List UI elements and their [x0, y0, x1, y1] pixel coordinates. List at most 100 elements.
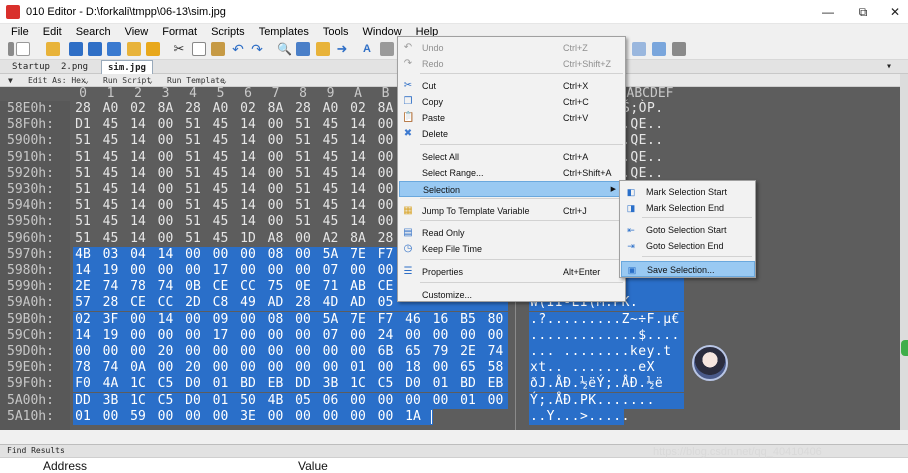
hex-byte[interactable]: 14	[348, 117, 368, 133]
minimize-button[interactable]: —	[808, 0, 848, 24]
hex-byte[interactable]: BD	[458, 376, 478, 392]
hex-byte[interactable]: 00	[293, 247, 313, 263]
hex-byte[interactable]: 00	[293, 231, 313, 247]
hex-byte[interactable]: 14	[128, 214, 148, 230]
hex-byte[interactable]: F7	[376, 312, 396, 328]
hex-byte[interactable]: 2D	[183, 295, 203, 311]
hex-byte[interactable]: 28	[73, 101, 93, 117]
hex-byte[interactable]: 45	[101, 182, 121, 198]
hex-byte[interactable]: 28	[183, 101, 203, 117]
hex-byte[interactable]: 01	[211, 376, 231, 392]
hex-byte[interactable]: 00	[486, 393, 506, 409]
hex-byte[interactable]: 49	[238, 295, 258, 311]
hex-byte[interactable]: 17	[211, 328, 231, 344]
hex-byte[interactable]: 00	[321, 360, 341, 376]
hex-byte[interactable]: C5	[156, 376, 176, 392]
menu-scripts[interactable]: Scripts	[204, 24, 252, 40]
hex-byte[interactable]: 00	[128, 328, 148, 344]
hex-byte[interactable]: 00	[156, 166, 176, 182]
hex-row[interactable]: 5A10h: 01 00 59 00 00 00 3E 00 00 00 00 00 1A ..Y...>.…	[0, 409, 900, 425]
run-script-dropdown[interactable]: Run Script	[103, 74, 151, 87]
hex-byte[interactable]: 4B	[266, 393, 286, 409]
ascii-text[interactable]: .QE..	[622, 150, 664, 166]
hex-byte[interactable]: 51	[183, 150, 203, 166]
hex-row[interactable]: 59F0h: F0 4A 1C C5 D0 01 BD EB DD 3B 1C C5 D0 01 BD EB ðJ…	[0, 376, 900, 392]
hex-byte[interactable]: 45	[321, 182, 341, 198]
hex-byte[interactable]: 14	[128, 166, 148, 182]
hex-byte[interactable]: 7E	[348, 312, 368, 328]
hex-byte[interactable]: 01	[73, 409, 93, 425]
hex-byte[interactable]: 5A	[321, 247, 341, 263]
hex-byte[interactable]: 00	[321, 344, 341, 360]
paste-toolbar-icon[interactable]	[211, 42, 225, 56]
menu-item-customize[interactable]: Customize...	[399, 287, 625, 303]
hex-byte[interactable]: 00	[348, 263, 368, 279]
hex-byte[interactable]: 00	[266, 344, 286, 360]
hex-byte[interactable]: 45	[101, 214, 121, 230]
hex-byte[interactable]: 45	[211, 150, 231, 166]
hex-byte[interactable]: 00	[156, 150, 176, 166]
hex-byte[interactable]: 00	[376, 360, 396, 376]
menu-tools[interactable]: Tools	[316, 24, 356, 40]
hex-byte[interactable]: 14	[238, 166, 258, 182]
hex-byte[interactable]: 01	[431, 376, 451, 392]
hex-byte[interactable]: 45	[211, 182, 231, 198]
hex-byte[interactable]: 78	[73, 360, 93, 376]
hex-byte[interactable]: 45	[101, 198, 121, 214]
hex-byte[interactable]: 00	[156, 117, 176, 133]
hex-byte[interactable]: 00	[266, 182, 286, 198]
hex-byte[interactable]: 03	[101, 247, 121, 263]
hex-byte[interactable]: 00	[376, 409, 396, 425]
find-col-value[interactable]: Value	[298, 459, 328, 473]
hex-byte[interactable]: 8A	[266, 101, 286, 117]
hex-byte[interactable]: 8A	[376, 101, 396, 117]
hex-byte[interactable]: 1A	[403, 409, 423, 425]
hex-row[interactable]: 59E0h: 78 74 0A 00 20 00 00 00 00 00 01 00 18 00 65 58 xt…	[0, 360, 900, 376]
hex-byte[interactable]: 20	[183, 360, 203, 376]
hex-byte[interactable]: 00	[101, 344, 121, 360]
hex-byte[interactable]: 00	[156, 133, 176, 149]
hex-byte[interactable]: 45	[211, 166, 231, 182]
hex-byte[interactable]: 00	[238, 344, 258, 360]
hex-byte[interactable]: 00	[266, 198, 286, 214]
hex-byte[interactable]: 09	[211, 312, 231, 328]
hex-byte[interactable]: 45	[211, 117, 231, 133]
hex-byte[interactable]: 00	[101, 409, 121, 425]
hex-byte[interactable]: 00	[348, 393, 368, 409]
hex-byte[interactable]: 6B	[376, 344, 396, 360]
hex-byte[interactable]: 51	[293, 117, 313, 133]
hex-byte[interactable]: 00	[348, 328, 368, 344]
hex-byte[interactable]: 00	[348, 409, 368, 425]
hex-byte[interactable]: 00	[266, 166, 286, 182]
hex-byte[interactable]: 14	[238, 133, 258, 149]
hex-byte[interactable]: EB	[486, 376, 506, 392]
hex-byte[interactable]: A0	[321, 101, 341, 117]
hex-byte[interactable]: 06	[321, 393, 341, 409]
hex-byte[interactable]: 01	[458, 393, 478, 409]
submenu-item-mark-selection-start[interactable]: ◧ Mark Selection Start	[621, 184, 755, 200]
hex-byte[interactable]: 14	[128, 150, 148, 166]
hex-byte[interactable]: 00	[238, 328, 258, 344]
avatar[interactable]	[692, 345, 728, 381]
ascii-text[interactable]: ðJ.ÅÐ.½ëÝ;.ÅÐ.½ë	[530, 376, 663, 392]
font-icon[interactable]: A	[360, 42, 374, 56]
hex-byte[interactable]: BD	[238, 376, 258, 392]
hex-byte[interactable]: 46	[403, 312, 423, 328]
hex-byte[interactable]: 04	[128, 247, 148, 263]
hex-byte[interactable]: 45	[101, 117, 121, 133]
hex-byte[interactable]: 00	[211, 344, 231, 360]
calculator-icon[interactable]	[652, 42, 666, 56]
hex-byte[interactable]: 78	[128, 279, 148, 295]
hex-byte[interactable]: 00	[293, 360, 313, 376]
hex-byte[interactable]: 00	[128, 312, 148, 328]
hex-byte[interactable]: CE	[128, 295, 148, 311]
hex-byte[interactable]: 00	[211, 247, 231, 263]
hex-row[interactable]: 59D0h: 00 00 00 20 00 00 00 00 00 00 00 6B 65 79 2E 74..…	[0, 344, 900, 360]
hex-byte[interactable]: 79	[431, 344, 451, 360]
hex-byte[interactable]: 51	[73, 198, 93, 214]
hex-byte[interactable]: 45	[101, 231, 121, 247]
hex-byte[interactable]: 28	[293, 101, 313, 117]
hex-byte[interactable]: 58	[486, 360, 506, 376]
hex-byte[interactable]: 08	[266, 312, 286, 328]
hex-byte[interactable]: 00	[183, 247, 203, 263]
